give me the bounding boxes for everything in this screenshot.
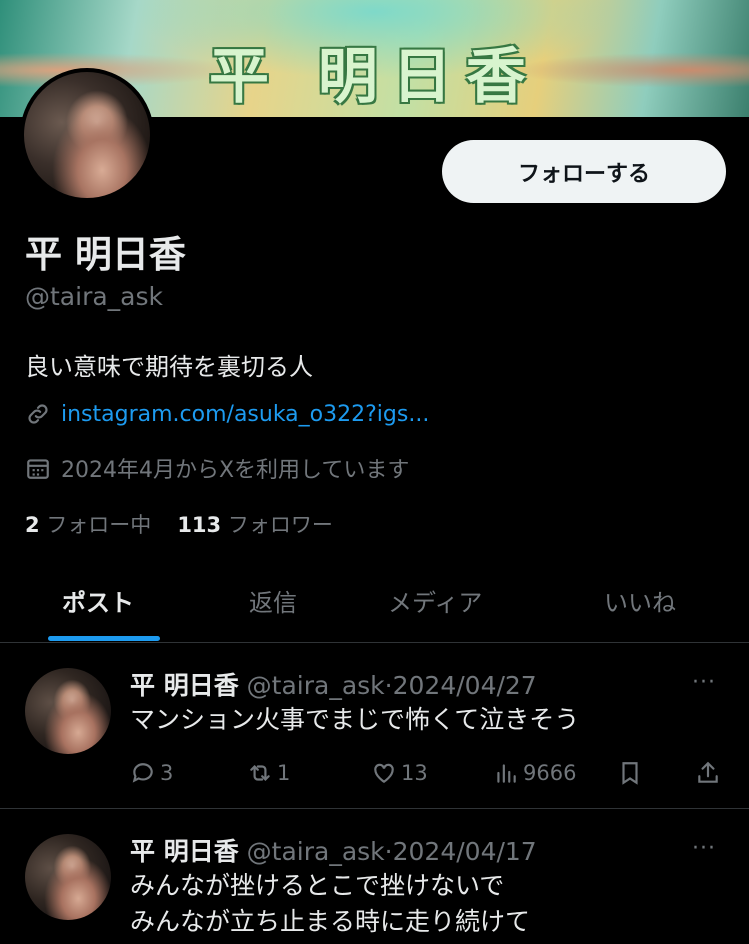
display-name: 平 明日香 (25, 233, 186, 276)
followers-label: フォロワー (227, 513, 333, 537)
analytics-icon (497, 764, 516, 783)
link-icon (28, 404, 48, 424)
post-item[interactable]: 平 明日香 @taira_ask·2024/04/17 ··· みんなが挫けると… (0, 808, 749, 944)
post-separator: · (384, 671, 393, 700)
share-button[interactable] (695, 760, 725, 786)
followers-count: 113 (177, 513, 222, 537)
post-author-handle[interactable]: @taira_ask (247, 671, 385, 700)
joined-date: 2024年4月からXを利用しています (61, 458, 410, 483)
like-count: 13 (401, 761, 428, 785)
reply-button[interactable]: 3 (130, 760, 173, 786)
repost-button[interactable]: 1 (247, 760, 290, 786)
post-header: 平 明日香 @taira_ask·2024/04/27 (130, 666, 537, 702)
profile-link[interactable]: instagram.com/asuka_o322?igs... (61, 402, 429, 427)
tab-media[interactable]: メディア (388, 583, 482, 618)
post-separator: · (384, 837, 393, 866)
tab-likes[interactable]: いいね (604, 583, 676, 618)
following-link[interactable]: 2 フォロー中 (25, 509, 151, 539)
bookmark-icon (622, 762, 638, 785)
post-date[interactable]: 2024/04/17 (393, 837, 537, 866)
tab-replies[interactable]: 返信 (249, 583, 297, 618)
follow-button[interactable]: フォローする (442, 140, 726, 203)
share-icon (698, 761, 718, 783)
profile-handle: @taira_ask (25, 282, 163, 311)
active-tab-indicator (48, 636, 160, 641)
post-date[interactable]: 2024/04/27 (393, 671, 537, 700)
profile-tabs: ポスト 返信 メディア いいね (0, 566, 749, 643)
bookmark-button[interactable] (617, 760, 647, 786)
post-more-icon[interactable]: ··· (692, 836, 716, 861)
calendar-icon (27, 459, 49, 479)
post-more-icon[interactable]: ··· (692, 670, 716, 695)
profile-avatar[interactable] (20, 68, 154, 202)
following-label: フォロー中 (46, 513, 152, 537)
repost-count: 1 (277, 761, 291, 785)
post-text: みんなが挫けるとこで挫けないで みんなが立ち止まる時に走り続けて (130, 868, 530, 940)
post-actions: 3 1 13 9666 (130, 760, 730, 790)
profile-bio: 良い意味で期待を裏切る人 (25, 353, 313, 381)
post-text-line: マンション火事でまじで怖くて泣きそう (130, 705, 580, 734)
tab-posts[interactable]: ポスト (62, 583, 134, 618)
like-button[interactable]: 13 (371, 760, 428, 786)
views-button[interactable]: 9666 (493, 760, 576, 786)
post-author-handle[interactable]: @taira_ask (247, 837, 385, 866)
follow-counts: 2 フォロー中 113 フォロワー (25, 509, 333, 539)
post-avatar[interactable] (25, 668, 111, 754)
following-count: 2 (25, 513, 40, 537)
repost-icon (250, 764, 270, 782)
followers-link[interactable]: 113 フォロワー (177, 509, 333, 539)
reply-icon (132, 763, 153, 783)
post-header: 平 明日香 @taira_ask·2024/04/17 (130, 832, 537, 868)
reply-count: 3 (160, 761, 174, 785)
post-author-name[interactable]: 平 明日香 (130, 837, 239, 866)
profile-joined-row: 2024年4月からXを利用しています (25, 452, 409, 484)
post-text-line: みんなが挫けるとこで挫けないで (130, 871, 505, 900)
post-text: マンション火事でまじで怖くて泣きそう (130, 702, 579, 738)
post-text-line: みんなが立ち止まる時に走り続けて (130, 907, 531, 936)
view-count: 9666 (523, 761, 577, 785)
post-author-name[interactable]: 平 明日香 (130, 671, 239, 700)
post-avatar[interactable] (25, 834, 111, 920)
heart-icon (374, 763, 394, 783)
profile-link-row: instagram.com/asuka_o322?igs... (25, 401, 429, 427)
